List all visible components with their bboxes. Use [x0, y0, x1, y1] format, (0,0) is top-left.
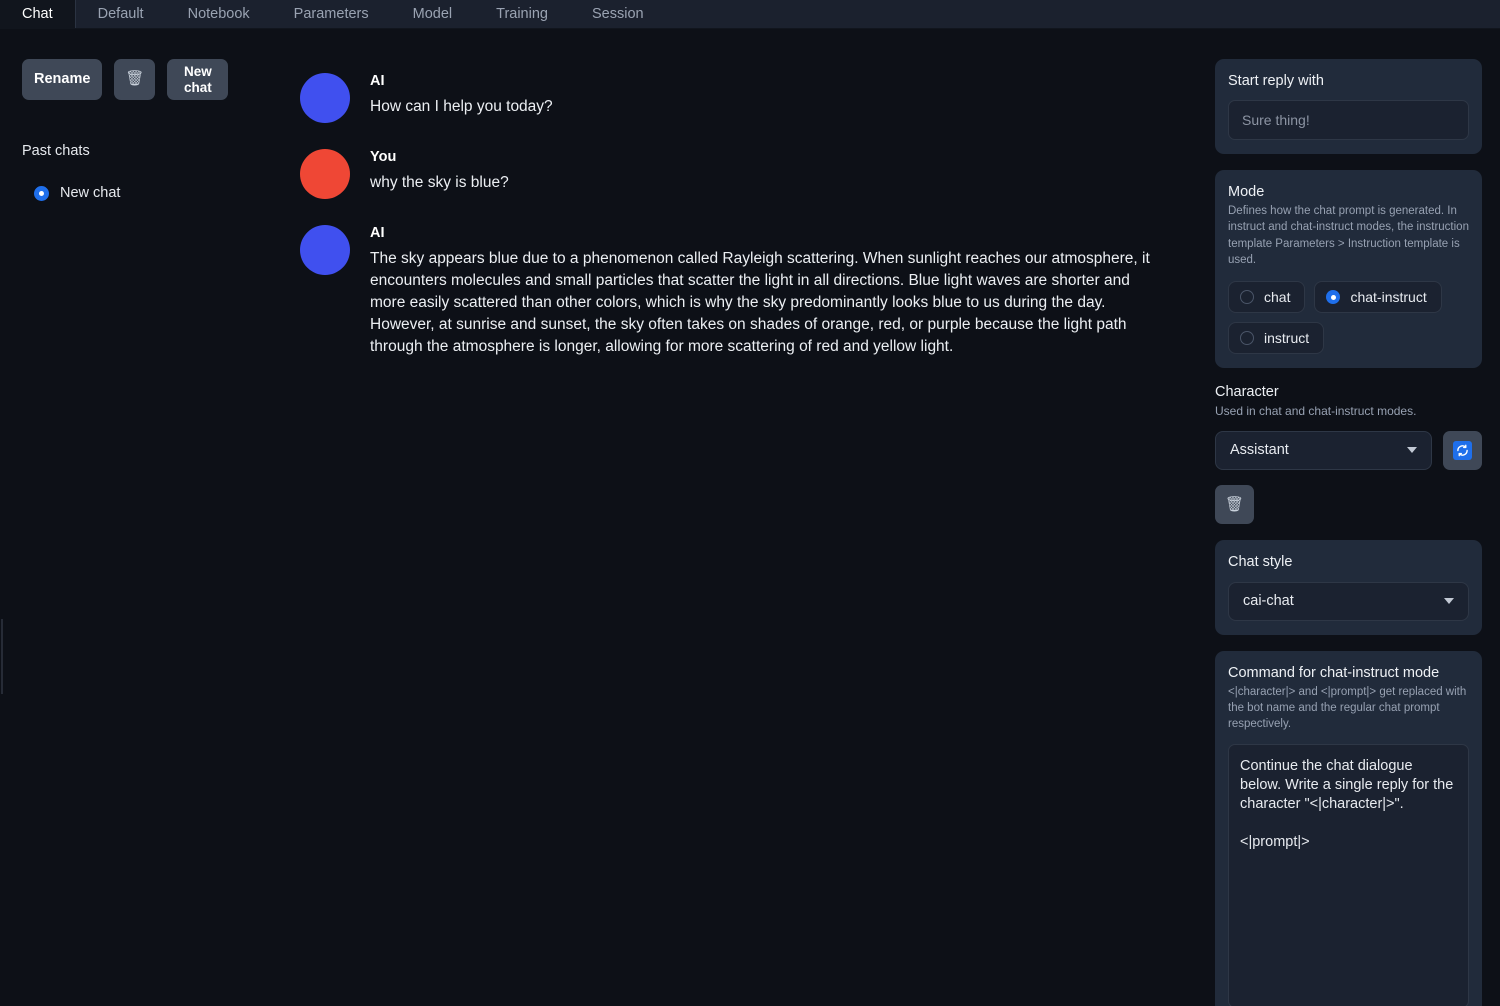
chat-message-body: You why the sky is blue? [370, 145, 1155, 199]
tab-notebook[interactable]: Notebook [166, 0, 272, 28]
mode-option-label: chat-instruct [1350, 289, 1427, 306]
chevron-down-icon [1407, 447, 1417, 454]
command-title: Command for chat-instruct mode [1228, 664, 1440, 681]
new-chat-button[interactable]: New chat [167, 59, 229, 100]
tab-model[interactable]: Model [391, 0, 475, 28]
chat-style-dropdown[interactable]: cai-chat [1228, 581, 1469, 621]
chat-message-sender: AI [370, 73, 385, 89]
past-chat-item-new-chat[interactable]: New chat [22, 183, 300, 203]
trash-icon: 🗑 [125, 70, 145, 88]
rename-button[interactable]: Rename [22, 59, 103, 100]
new-chat-label-line2: chat [184, 79, 212, 95]
character-description: Used in chat and chat-instruct modes. [1215, 404, 1417, 419]
character-title: Character [1215, 384, 1279, 401]
avatar [300, 73, 350, 123]
start-reply-placeholder: Sure thing! [1242, 112, 1310, 128]
chat-message-text: How can I help you today? [370, 98, 553, 115]
mode-description: Defines how the chat prompt is generated… [1228, 205, 1469, 266]
page-body: Rename 🗑 New chat Past chats New chat AI… [0, 29, 1500, 1006]
tab-session[interactable]: Session [570, 0, 666, 28]
chat-style-selected-value: cai-chat [1243, 593, 1294, 610]
delete-character-button[interactable]: 🗑 [1215, 484, 1254, 524]
radio-unselected-icon[interactable] [1240, 290, 1254, 305]
radio-selected-icon[interactable] [1326, 290, 1341, 305]
chat-message-text: The sky appears blue due to a phenomenon… [370, 250, 1150, 355]
past-chats-label: Past chats [22, 143, 90, 159]
tab-parameters[interactable]: Parameters [272, 0, 391, 28]
new-chat-label-line1: New [184, 64, 212, 80]
chat-sidebar: Rename 🗑 New chat Past chats New chat [0, 29, 300, 1006]
command-panel: Command for chat-instruct mode <|charact… [1215, 650, 1482, 1006]
chat-style-title: Chat style [1228, 553, 1293, 570]
character-selected-value: Assistant [1230, 442, 1289, 459]
main-tab-bar: Chat Default Notebook Parameters Model T… [0, 0, 1500, 29]
mode-option-label: instruct [1264, 330, 1310, 347]
chat-message-body: AI The sky appears blue due to a phenome… [370, 221, 1155, 358]
chat-message-sender: You [370, 149, 397, 165]
chat-message-text: why the sky is blue? [370, 174, 509, 191]
tab-training[interactable]: Training [474, 0, 570, 28]
tab-default[interactable]: Default [76, 0, 166, 28]
chat-message: AI The sky appears blue due to a phenome… [300, 221, 1155, 358]
trash-icon: 🗑 [1224, 496, 1245, 514]
radio-selected-icon[interactable] [34, 185, 49, 201]
mode-radio-group: chat chat-instruct instruct [1228, 281, 1469, 355]
start-reply-input[interactable]: Sure thing! [1228, 100, 1469, 140]
chat-message: AI How can I help you today? [300, 69, 1155, 123]
start-reply-panel: Start reply with Sure thing! [1215, 59, 1482, 154]
chat-message: You why the sky is blue? [300, 145, 1155, 199]
delete-chat-button[interactable]: 🗑 [114, 59, 156, 100]
start-reply-title: Start reply with [1228, 73, 1324, 89]
past-chats-list: New chat [22, 183, 300, 203]
settings-sidebar: Start reply with Sure thing! Mode Define… [1215, 29, 1500, 1006]
conversation-area: AI How can I help you today? You why the… [300, 29, 1215, 1006]
command-textarea[interactable]: Continue the chat dialogue below. Write … [1228, 743, 1469, 1006]
mode-option-chat[interactable]: chat [1228, 281, 1306, 314]
avatar [300, 149, 350, 199]
character-select-row: Assistant [1215, 430, 1482, 470]
chat-message-sender: AI [370, 225, 385, 241]
tab-chat[interactable]: Chat [0, 0, 76, 28]
mode-option-instruct[interactable]: instruct [1228, 322, 1325, 355]
sidebar-scroll-indicator[interactable] [1, 619, 3, 694]
past-chat-label: New chat [60, 185, 121, 201]
character-section: Character Used in chat and chat-instruct… [1215, 384, 1482, 524]
avatar [300, 225, 350, 275]
chat-message-body: AI How can I help you today? [370, 69, 1155, 123]
refresh-character-button[interactable] [1443, 430, 1482, 470]
character-dropdown[interactable]: Assistant [1215, 430, 1432, 470]
mode-panel: Mode Defines how the chat prompt is gene… [1215, 170, 1482, 369]
mode-option-chat-instruct[interactable]: chat-instruct [1314, 281, 1442, 314]
chevron-down-icon [1444, 598, 1454, 605]
refresh-icon [1453, 440, 1472, 460]
radio-unselected-icon[interactable] [1240, 331, 1254, 346]
chat-actions-toolbar: Rename 🗑 New chat [22, 59, 300, 100]
mode-option-label: chat [1264, 289, 1291, 306]
command-description: <|character|> and <|prompt|> get replace… [1228, 685, 1467, 731]
mode-title: Mode [1228, 184, 1265, 200]
chat-style-panel: Chat style cai-chat [1215, 539, 1482, 635]
